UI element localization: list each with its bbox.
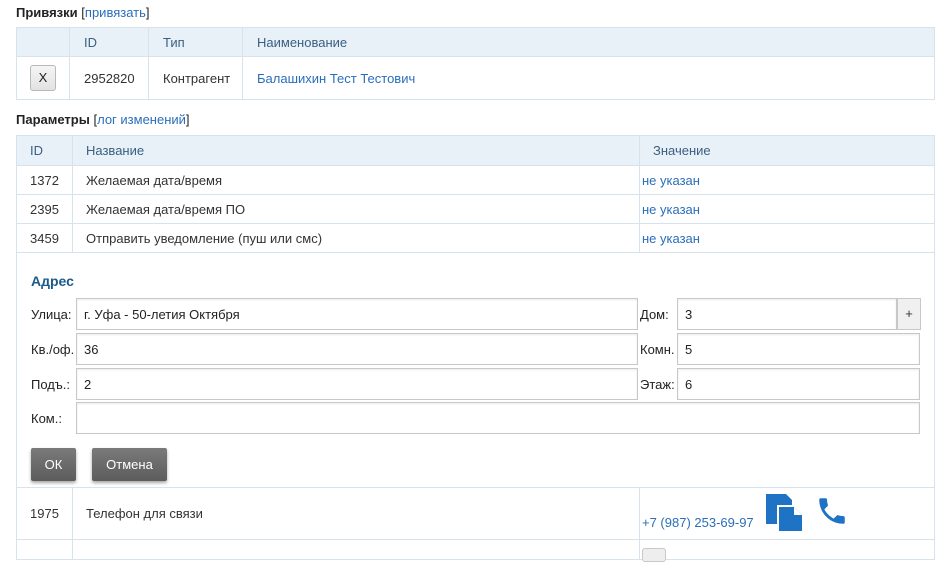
remove-link-button[interactable]: X: [30, 65, 56, 91]
links-row-type: Контрагент: [148, 56, 243, 100]
param-row: 1372 Желаемая дата/время не указан: [16, 165, 935, 195]
param-id: 2395: [16, 194, 73, 224]
room-label: Комн.: [640, 342, 675, 357]
param-action-button[interactable]: [642, 548, 666, 562]
ok-button[interactable]: ОК: [31, 448, 76, 481]
links-col-type: Тип: [148, 27, 243, 57]
phone-value-cell: +7 (987) 253-69-97: [639, 487, 935, 540]
param-value-link[interactable]: не указан: [642, 173, 700, 188]
params-bracket-close: ]: [185, 112, 190, 127]
links-table: ID Тип Наименование X 2952820 Контрагент…: [16, 27, 935, 100]
params-col-id: ID: [16, 135, 73, 166]
params-section-title: Параметры [лог изменений]: [16, 112, 190, 127]
links-row-id: 2952820: [69, 56, 149, 100]
street-input[interactable]: [76, 298, 638, 330]
params-title: Параметры: [16, 112, 90, 127]
street-label: Улица:: [31, 307, 72, 322]
comment-label: Ком.:: [31, 411, 62, 426]
params-header-row: ID Название Значение: [16, 135, 935, 166]
param-value-link[interactable]: не указан: [642, 231, 700, 246]
phone-link[interactable]: +7 (987) 253-69-97: [642, 515, 754, 530]
param-id: 1372: [16, 165, 73, 195]
links-col-actions: [16, 27, 70, 57]
room-input[interactable]: [677, 333, 920, 365]
address-form: Адрес Улица: Дом: + Кв./оф. Комн. Подъ.:…: [16, 252, 935, 488]
param-name: Отправить уведомление (пуш или смс): [72, 223, 640, 253]
entrance-input[interactable]: [76, 368, 638, 400]
entrance-label: Подъ.:: [31, 377, 70, 392]
floor-input[interactable]: [677, 368, 920, 400]
params-col-name: Название: [72, 135, 640, 166]
contractor-link[interactable]: Балашихин Тест Тестович: [257, 71, 415, 86]
param-id: 3459: [16, 223, 73, 253]
house-label: Дом:: [640, 307, 669, 322]
links-col-id: ID: [69, 27, 149, 57]
links-header-row: ID Тип Наименование: [16, 27, 935, 57]
change-log-link[interactable]: лог изменений: [97, 112, 186, 127]
copy-icon[interactable]: [764, 492, 806, 537]
param-row-phone: 1975 Телефон для связи +7 (987) 253-69-9…: [16, 487, 935, 540]
add-house-button[interactable]: +: [897, 298, 921, 330]
param-value-link[interactable]: не указан: [642, 202, 700, 217]
links-bracket-close: ]: [145, 5, 150, 20]
params-table: ID Название Значение 1372 Желаемая дата/…: [16, 135, 935, 562]
apartment-label: Кв./оф.: [31, 342, 75, 357]
comment-input[interactable]: [76, 402, 920, 434]
links-row: X 2952820 Контрагент Балашихин Тест Тест…: [16, 56, 935, 100]
param-id: 1975: [16, 487, 73, 540]
house-input[interactable]: [677, 298, 897, 330]
links-section-title: Привязки [привязать]: [16, 5, 150, 20]
apartment-input[interactable]: [76, 333, 638, 365]
param-name: Желаемая дата/время ПО: [72, 194, 640, 224]
address-form-title: Адрес: [31, 273, 74, 289]
bind-link[interactable]: привязать: [85, 5, 146, 20]
address-editor-row: Адрес Улица: Дом: + Кв./оф. Комн. Подъ.:…: [16, 252, 935, 488]
cancel-button[interactable]: Отмена: [92, 448, 167, 481]
param-name: Телефон для связи: [72, 487, 640, 540]
links-row-actions: X: [16, 56, 70, 100]
call-phone-icon[interactable]: [814, 494, 850, 531]
params-col-value: Значение: [639, 135, 935, 166]
links-title: Привязки: [16, 5, 78, 20]
param-name: Желаемая дата/время: [72, 165, 640, 195]
floor-label: Этаж:: [640, 377, 675, 392]
param-row: 3459 Отправить уведомление (пуш или смс)…: [16, 223, 935, 253]
param-row: 2395 Желаемая дата/время ПО не указан: [16, 194, 935, 224]
links-col-name: Наименование: [242, 27, 935, 57]
